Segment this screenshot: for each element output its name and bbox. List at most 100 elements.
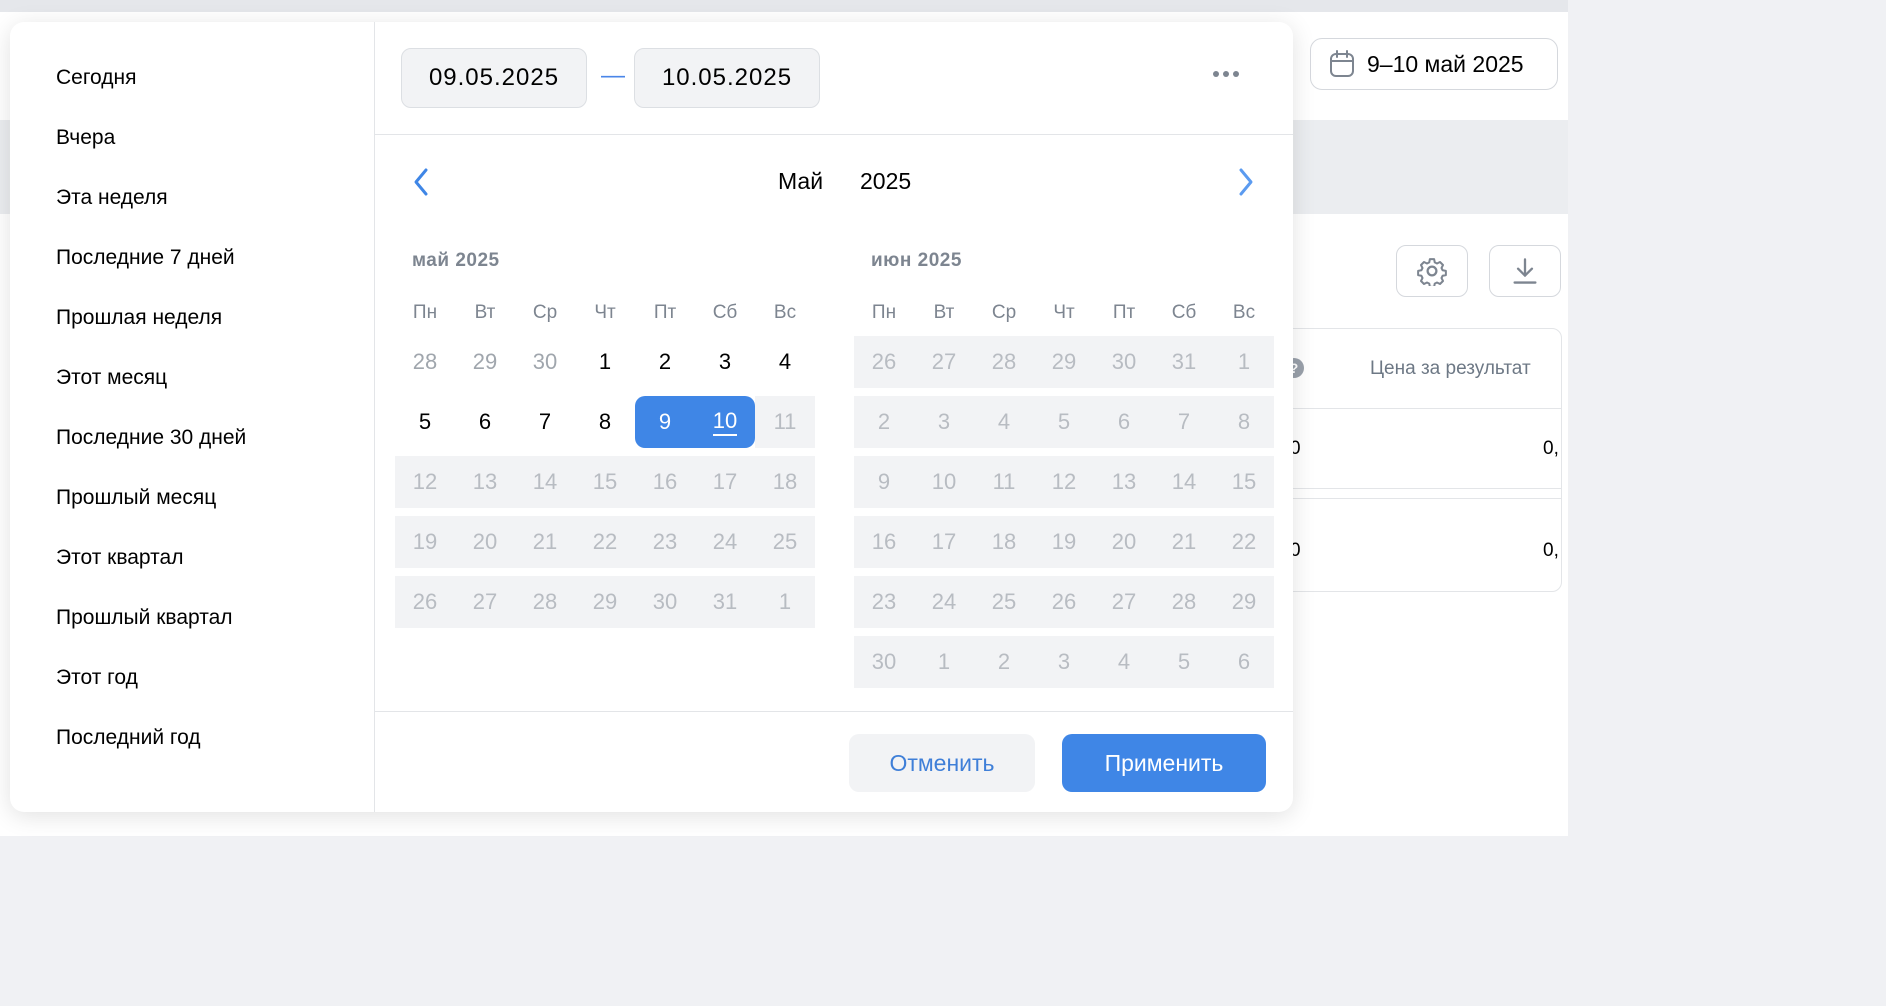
preset-item[interactable]: Последние 30 дней (56, 426, 246, 450)
day-cell: 5 (1034, 396, 1094, 448)
day-number: 17 (931, 529, 957, 554)
day-cell: 13 (455, 456, 515, 508)
preset-item[interactable]: Последние 7 дней (56, 246, 235, 270)
day-cell: 11 (755, 396, 815, 448)
day-cell: 26 (1034, 576, 1094, 628)
day-cell: 15 (575, 456, 635, 508)
day-number: 4 (1117, 649, 1131, 674)
day-number: 6 (478, 409, 492, 434)
preset-item[interactable]: Прошлый месяц (56, 486, 216, 510)
day-number: 30 (1111, 349, 1137, 374)
weekday-label: Чт (1053, 302, 1075, 323)
day-number: 12 (412, 469, 438, 494)
day-number: 7 (538, 409, 552, 434)
month-title: май 2025 (412, 250, 500, 271)
day-number: 25 (772, 529, 798, 554)
apply-button[interactable]: Применить (1062, 734, 1266, 792)
day-cell[interactable]: 1 (575, 336, 635, 388)
weekday-label: Пн (871, 302, 897, 323)
weekday-label: Пн (412, 302, 438, 323)
day-cell: 28 (974, 336, 1034, 388)
day-cell[interactable]: 6 (455, 396, 515, 448)
day-cell: 7 (1154, 396, 1214, 448)
header-month[interactable]: Май (778, 168, 823, 195)
day-number: 5 (1057, 409, 1071, 434)
settings-button[interactable] (1396, 245, 1468, 297)
day-number: 26 (1051, 589, 1077, 614)
weekday-label: Ср (532, 302, 558, 323)
day-cell: 1 (914, 636, 974, 688)
preset-item[interactable]: Этот квартал (56, 546, 183, 570)
day-number: 31 (712, 589, 738, 614)
day-cell: 12 (395, 456, 455, 508)
day-number: 27 (1111, 589, 1137, 614)
cancel-button[interactable]: Отменить (849, 734, 1035, 792)
day-cell: 3 (1034, 636, 1094, 688)
day-number: 28 (1171, 589, 1197, 614)
day-cell[interactable]: 30 (515, 336, 575, 388)
day-number: 10 (712, 408, 738, 436)
day-cell[interactable]: 8 (575, 396, 635, 448)
day-cell[interactable]: 5 (395, 396, 455, 448)
day-cell: 25 (755, 516, 815, 568)
day-cell: 23 (854, 576, 914, 628)
day-cell: 6 (1094, 396, 1154, 448)
end-date-input[interactable]: 10.05.2025 (634, 48, 820, 108)
day-number: 26 (412, 589, 438, 614)
date-range-chip[interactable]: 9–10 май 2025 (1310, 38, 1558, 90)
download-button[interactable] (1489, 245, 1561, 297)
preset-item[interactable]: Этот год (56, 666, 138, 690)
day-cell: 26 (854, 336, 914, 388)
day-cell: 21 (1154, 516, 1214, 568)
next-month-button[interactable] (1232, 164, 1260, 200)
day-number: 14 (532, 469, 558, 494)
day-number: 1 (778, 589, 792, 614)
selected-day-cell[interactable]: 9 (635, 396, 695, 448)
day-number: 20 (1111, 529, 1137, 554)
day-number: 14 (1171, 469, 1197, 494)
preset-item[interactable]: Вчера (56, 126, 115, 150)
day-cell[interactable]: 4 (755, 336, 815, 388)
day-cell: 31 (1154, 336, 1214, 388)
day-number: 3 (937, 409, 951, 434)
day-number: 5 (418, 409, 432, 434)
day-number: 11 (992, 469, 1016, 494)
divider (375, 711, 1293, 712)
month-title: июн 2025 (871, 250, 962, 271)
day-cell: 31 (695, 576, 755, 628)
day-number: 22 (1231, 529, 1257, 554)
preset-list: Сегодня Вчера Эта неделя Последние 7 дней Пр… (10, 22, 375, 812)
preset-item[interactable]: Этот месяц (56, 366, 167, 390)
day-number: 20 (472, 529, 498, 554)
day-cell[interactable]: 2 (635, 336, 695, 388)
selected-day-cell[interactable]: 10 (695, 396, 755, 448)
day-cell: 4 (1094, 636, 1154, 688)
day-number: 29 (472, 349, 498, 374)
day-number: 28 (532, 589, 558, 614)
day-number: 29 (1051, 349, 1077, 374)
day-cell: 29 (1214, 576, 1274, 628)
day-cell: 14 (515, 456, 575, 508)
day-cell[interactable]: 3 (695, 336, 755, 388)
day-cell: 24 (914, 576, 974, 628)
day-cell: 30 (854, 636, 914, 688)
preset-item[interactable]: Прошлая неделя (56, 306, 222, 330)
day-cell[interactable]: 29 (455, 336, 515, 388)
weekday-label: Чт (594, 302, 616, 323)
day-number: 2 (877, 409, 891, 434)
day-cell[interactable]: 7 (515, 396, 575, 448)
header-year[interactable]: 2025 (860, 168, 911, 195)
preset-item[interactable]: Прошлый квартал (56, 606, 233, 630)
prev-month-button[interactable] (407, 164, 435, 200)
day-cell[interactable]: 28 (395, 336, 455, 388)
start-date-input[interactable]: 09.05.2025 (401, 48, 587, 108)
preset-item[interactable]: Последний год (56, 726, 201, 750)
day-cell: 19 (1034, 516, 1094, 568)
date-picker-popup: Сегодня Вчера Эта неделя Последние 7 дней Пр… (10, 22, 1293, 812)
day-number: 30 (652, 589, 678, 614)
day-number: 18 (991, 529, 1017, 554)
preset-item[interactable]: Эта неделя (56, 186, 168, 210)
more-icon[interactable] (1213, 68, 1245, 80)
day-number: 23 (871, 589, 897, 614)
preset-item[interactable]: Сегодня (56, 66, 136, 90)
